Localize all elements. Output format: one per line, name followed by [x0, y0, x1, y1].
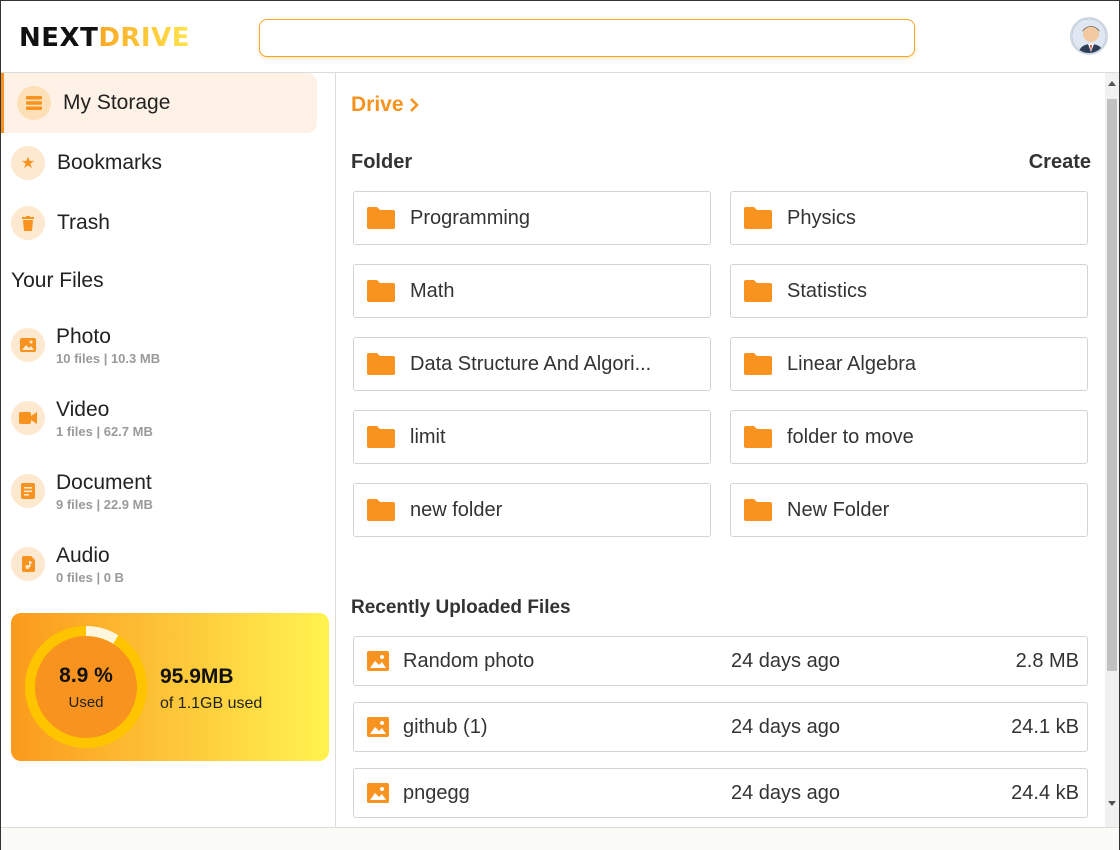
folder-icon — [744, 280, 772, 302]
file-type-name: Photo — [56, 324, 111, 348]
folder-item[interactable]: Statistics — [730, 264, 1088, 318]
file-type-audio[interactable]: Audio 0 files | 0 B — [11, 536, 321, 592]
folder-item[interactable]: Math — [353, 264, 711, 318]
recent-file-row[interactable]: pngegg 24 days ago 24.4 kB — [353, 768, 1088, 818]
nav-label: Bookmarks — [57, 151, 163, 174]
scrollbar-thumb[interactable] — [1107, 99, 1117, 671]
star-icon: ★ — [11, 146, 45, 180]
folder-item[interactable]: folder to move — [730, 410, 1088, 464]
folder-icon — [744, 499, 772, 521]
folder-item[interactable]: Programming — [353, 191, 711, 245]
image-icon — [367, 717, 389, 737]
file-type-photo[interactable]: Photo 10 files | 10.3 MB — [11, 317, 321, 373]
audio-file-icon — [11, 547, 45, 581]
folder-name: Data Structure And Algori... — [410, 352, 652, 375]
file-type-meta: 1 files | 62.7 MB — [56, 423, 153, 439]
storage-total-label: of 1.1GB used — [160, 695, 263, 712]
file-type-name: Document — [56, 470, 152, 494]
folder-item[interactable]: Physics — [730, 191, 1088, 245]
folder-item[interactable]: New Folder — [730, 483, 1088, 537]
folder-name: Linear Algebra — [787, 352, 916, 375]
nav-bookmarks[interactable]: ★ Bookmarks — [1, 133, 317, 193]
folder-item[interactable]: Linear Algebra — [730, 337, 1088, 391]
create-button[interactable]: Create — [1029, 151, 1091, 174]
file-type-meta: 10 files | 10.3 MB — [56, 350, 161, 366]
storage-percent-block: 8.9 % Used — [23, 624, 149, 750]
storage-usage-card: 8.9 % Used 95.9MB of 1.1GB used — [11, 613, 329, 761]
recent-files-title: Recently Uploaded Files — [351, 597, 571, 618]
logo-text-next: NEXT — [19, 23, 99, 53]
folder-name: Programming — [410, 206, 531, 229]
folder-section-title: Folder — [351, 151, 413, 173]
breadcrumb-drive: Drive — [351, 93, 404, 116]
file-date: 24 days ago — [731, 715, 840, 738]
storage-used-label: Used — [68, 693, 104, 711]
main-content: Drive Folder Create Programming Physics … — [337, 73, 1105, 827]
chevron-right-icon — [409, 98, 419, 112]
storage-list-icon — [17, 86, 51, 120]
file-type-name: Video — [56, 397, 110, 421]
folder-name: new folder — [410, 498, 503, 521]
search-input[interactable] — [259, 19, 915, 57]
file-name: pngegg — [403, 781, 470, 804]
folder-name: folder to move — [787, 425, 914, 448]
recent-file-row[interactable]: Random photo 24 days ago 2.8 MB — [353, 636, 1088, 686]
file-size: 2.8 MB — [1015, 649, 1079, 672]
folder-name: Statistics — [787, 279, 868, 302]
folder-icon — [367, 426, 395, 448]
folder-name: Math — [410, 279, 455, 302]
app-logo[interactable]: NEXTDRIVE — [19, 23, 190, 53]
your-files-heading: Your Files — [11, 269, 104, 292]
folder-name: limit — [410, 425, 446, 448]
video-camera-icon — [11, 401, 45, 435]
file-type-meta: 9 files | 22.9 MB — [56, 496, 153, 512]
folder-item[interactable]: limit — [353, 410, 711, 464]
file-date: 24 days ago — [731, 781, 840, 804]
folder-name: New Folder — [787, 498, 890, 521]
folder-icon — [367, 280, 395, 302]
nav-label: Trash — [57, 211, 110, 234]
folder-name: Physics — [787, 206, 856, 229]
folder-icon — [744, 207, 772, 229]
top-header: NEXTDRIVE — [1, 1, 1119, 73]
document-icon — [11, 474, 45, 508]
user-avatar[interactable] — [1070, 17, 1108, 55]
storage-used-amount: 95.9MB — [160, 665, 234, 688]
file-size: 24.4 kB — [1011, 781, 1079, 804]
breadcrumb[interactable]: Drive — [351, 93, 420, 117]
bottom-edge — [1, 827, 1119, 850]
file-type-video[interactable]: Video 1 files | 62.7 MB — [11, 390, 321, 446]
file-type-document[interactable]: Document 9 files | 22.9 MB — [11, 463, 321, 519]
sidebar: My Storage ★ Bookmarks Trash Your Files … — [1, 73, 336, 827]
scroll-down-arrow-icon[interactable] — [1108, 801, 1116, 806]
nav-label: My Storage — [63, 91, 171, 114]
file-date: 24 days ago — [731, 649, 840, 672]
avatar-image — [1072, 19, 1106, 53]
folder-icon — [367, 207, 395, 229]
file-size: 24.1 kB — [1011, 715, 1079, 738]
trash-icon — [11, 206, 45, 240]
file-type-meta: 0 files | 0 B — [56, 569, 124, 585]
folder-icon — [744, 353, 772, 375]
folder-icon — [367, 353, 395, 375]
image-icon — [11, 328, 45, 362]
image-icon — [367, 783, 389, 803]
file-name: Random photo — [403, 649, 535, 672]
folder-item[interactable]: new folder — [353, 483, 711, 537]
file-name: github (1) — [403, 715, 488, 738]
nav-trash[interactable]: Trash — [1, 193, 317, 253]
folder-item[interactable]: Data Structure And Algori... — [353, 337, 711, 391]
storage-percent: 8.9 % — [59, 663, 113, 687]
image-icon — [367, 651, 389, 671]
scroll-up-arrow-icon[interactable] — [1108, 81, 1116, 86]
logo-text-drive: DRIVE — [98, 23, 190, 53]
folder-icon — [744, 426, 772, 448]
main-scrollbar[interactable] — [1105, 73, 1119, 827]
folder-icon — [367, 499, 395, 521]
nav-my-storage[interactable]: My Storage — [1, 73, 317, 133]
file-type-name: Audio — [56, 543, 110, 567]
recent-file-row[interactable]: github (1) 24 days ago 24.1 kB — [353, 702, 1088, 752]
